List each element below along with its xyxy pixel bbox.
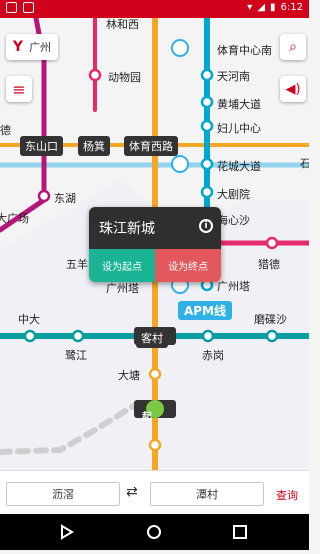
megaphone-icon: ◀) xyxy=(285,81,301,97)
station-label[interactable]: 动物园 xyxy=(108,69,141,85)
station-label[interactable]: 鹭江 xyxy=(65,347,87,363)
info-icon[interactable]: i xyxy=(199,219,213,233)
station-popup: 珠江新城 i 设为起点 设为终点 xyxy=(89,207,221,282)
home-icon[interactable] xyxy=(142,520,166,544)
system-nav-bar xyxy=(0,514,309,550)
status-bar: ▾ ◢ ▮ 6:12 xyxy=(0,0,309,18)
station-label[interactable]: 大剧院 xyxy=(217,186,250,202)
start-marker: 起 xyxy=(142,412,152,423)
road-tag: 体育西路 xyxy=(124,136,178,156)
station-label-cut[interactable]: 大广场 xyxy=(0,210,29,226)
station-label-cut[interactable]: 石 xyxy=(300,155,309,171)
station-label[interactable]: 黄埔大道 xyxy=(217,96,261,112)
image-icon xyxy=(23,2,34,13)
signal-icon: ◢ xyxy=(257,2,266,13)
battery-icon: ▮ xyxy=(270,2,276,13)
swap-icon[interactable]: ⇄ xyxy=(126,484,138,500)
back-icon[interactable] xyxy=(56,520,80,544)
city-selector[interactable]: Y 广州 xyxy=(6,34,58,60)
station-label[interactable]: 五羊 xyxy=(66,256,88,272)
station-label[interactable]: 海心沙 xyxy=(217,212,250,228)
road-tag: 东山口 xyxy=(20,136,63,156)
station-label[interactable]: 天河南 xyxy=(217,68,250,84)
city-label: 广州 xyxy=(29,41,52,54)
station-label[interactable]: 中大 xyxy=(18,311,40,327)
station-label[interactable]: 广州塔 xyxy=(217,278,250,294)
popup-station-name: 珠江新城 xyxy=(99,221,155,237)
station-label[interactable]: 广州塔 xyxy=(106,280,139,296)
station-label[interactable]: 东湖 xyxy=(54,190,76,206)
station-label[interactable]: 磨碟沙 xyxy=(254,311,287,327)
recents-icon[interactable] xyxy=(228,520,252,544)
station-label-cut[interactable]: 德 xyxy=(0,122,11,138)
search-button[interactable]: ⌕ xyxy=(280,34,306,60)
station-label[interactable]: 林和西 xyxy=(106,18,139,32)
announce-button[interactable]: ◀) xyxy=(280,76,306,102)
station-label[interactable]: 赤岗 xyxy=(202,347,224,363)
notification-icon xyxy=(6,2,17,13)
set-end-button[interactable]: 设为终点 xyxy=(155,249,221,282)
query-button[interactable]: 查询 xyxy=(276,487,298,503)
station-label[interactable]: 妇儿中心 xyxy=(217,120,261,136)
road-tag: 杨箕 xyxy=(78,136,110,156)
route-bar: 沥滘 ⇄ 潭村 查询 xyxy=(0,470,309,515)
set-start-button[interactable]: 设为起点 xyxy=(89,249,155,282)
metro-logo-icon: Y xyxy=(12,39,24,55)
to-station-field[interactable]: 潭村 xyxy=(150,482,264,506)
station-label[interactable]: 体育中心南 xyxy=(217,42,272,58)
wifi-icon: ▾ xyxy=(247,2,253,13)
menu-button[interactable]: ≡ xyxy=(6,76,32,102)
clock: 6:12 xyxy=(280,2,303,13)
station-label[interactable]: 大塘 xyxy=(118,367,140,383)
search-icon: ⌕ xyxy=(289,39,297,55)
apm-line-label: APM线 xyxy=(178,301,233,320)
menu-icon: ≡ xyxy=(12,79,26,99)
station-label[interactable]: 花城大道 xyxy=(217,158,261,174)
station-label[interactable]: 猎德 xyxy=(258,256,280,272)
station-label-transfer[interactable]: 客村 xyxy=(136,328,168,348)
from-station-field[interactable]: 沥滘 xyxy=(6,482,120,506)
